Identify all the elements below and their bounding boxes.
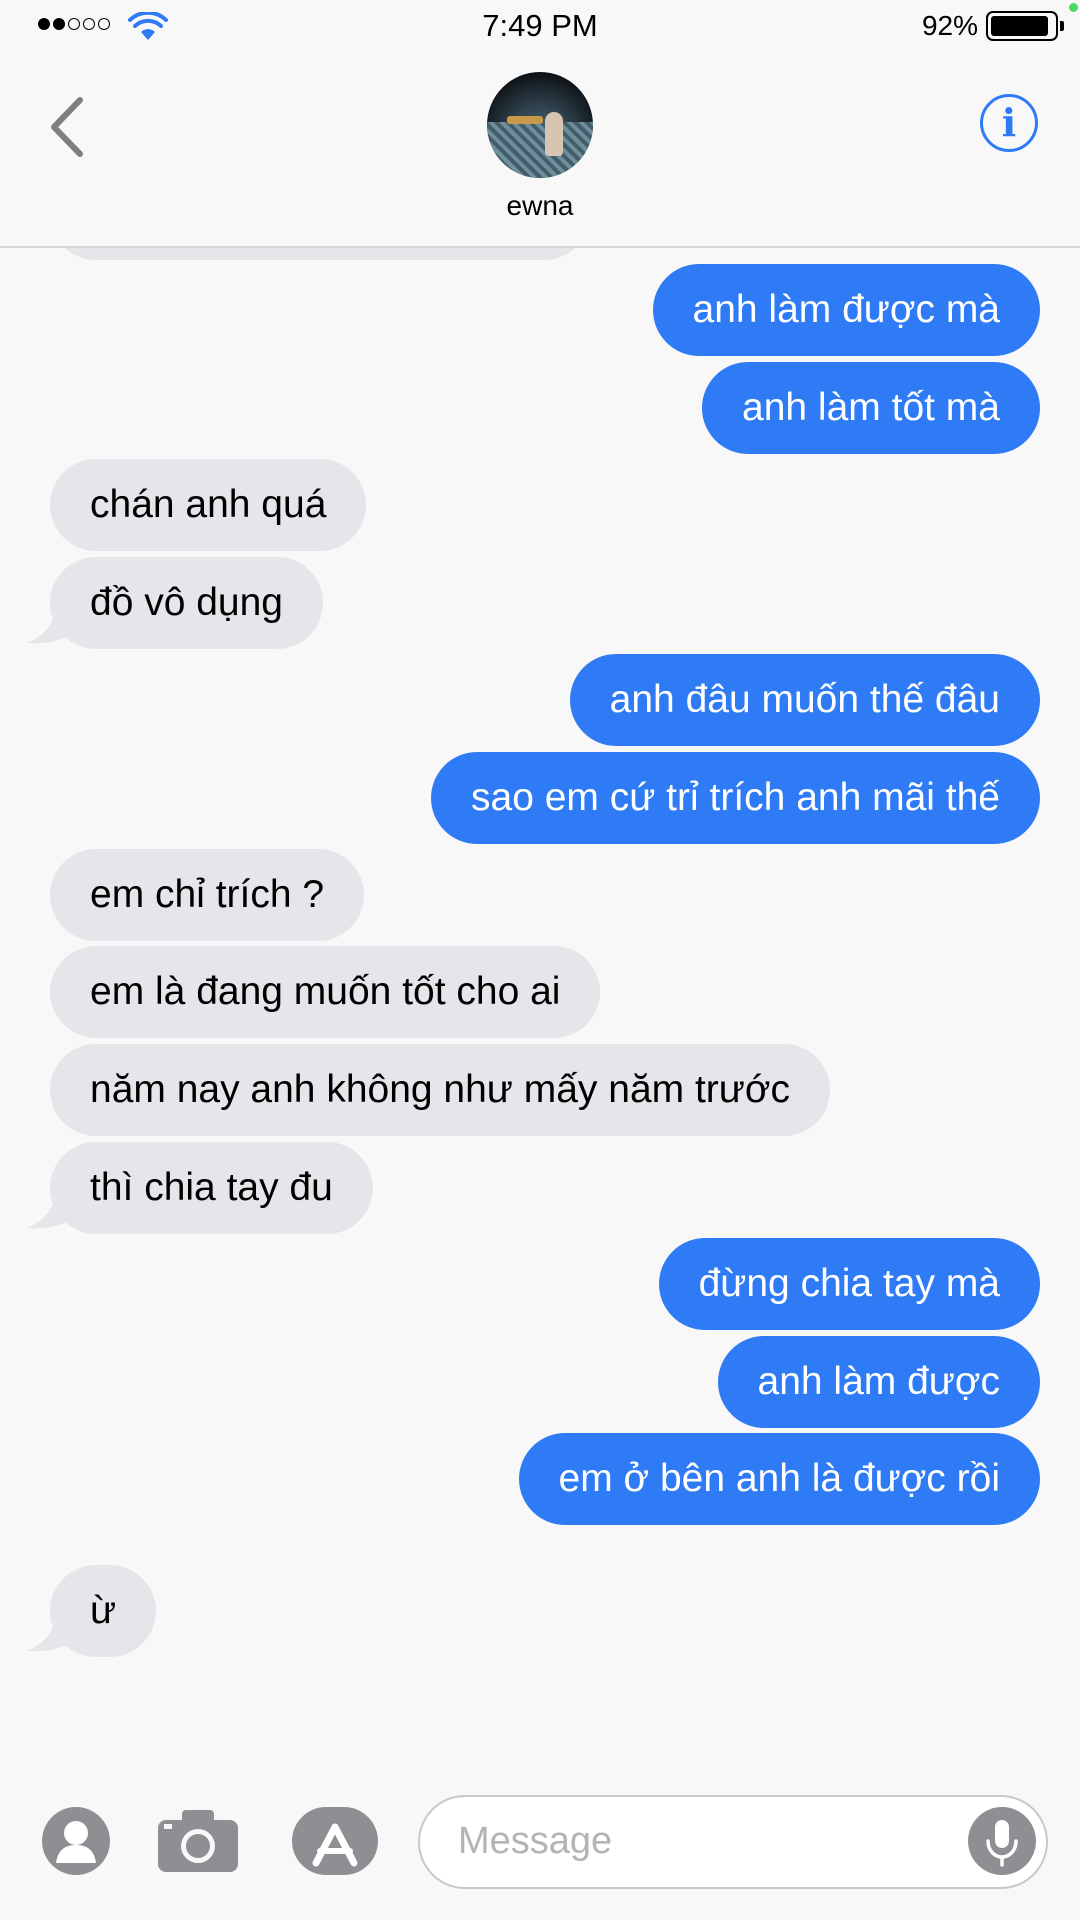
app-store-icon[interactable] bbox=[292, 1807, 378, 1875]
microphone-icon[interactable] bbox=[968, 1807, 1036, 1875]
message-field[interactable] bbox=[418, 1795, 1048, 1889]
outgoing-message[interactable]: anh làm được bbox=[717, 1336, 1040, 1428]
outgoing-message[interactable]: em ở bên anh là được rồi bbox=[518, 1433, 1040, 1525]
info-icon[interactable]: i bbox=[980, 94, 1038, 152]
bubble-tail bbox=[26, 1186, 82, 1229]
contact-avatar[interactable] bbox=[487, 72, 593, 178]
incoming-message[interactable]: đồ vô dụng bbox=[50, 557, 324, 649]
bubble-tail bbox=[26, 1609, 82, 1652]
outgoing-message[interactable]: anh làm tốt mà bbox=[702, 362, 1040, 454]
incoming-message[interactable]: thì chia tay đu bbox=[50, 1142, 373, 1234]
outgoing-message[interactable]: đừng chia tay mà bbox=[658, 1238, 1040, 1330]
compose-bar bbox=[0, 1770, 1080, 1920]
incoming-message[interactable]: em chỉ trích ? bbox=[50, 849, 365, 941]
outgoing-message[interactable]: anh làm được mà bbox=[652, 264, 1040, 356]
outgoing-message[interactable]: anh đâu muốn thế đâu bbox=[569, 654, 1040, 746]
chevron-left-icon[interactable] bbox=[44, 92, 94, 162]
incoming-message[interactable]: em là đang muốn tốt cho ai bbox=[50, 946, 601, 1038]
bubble-tail bbox=[26, 601, 82, 644]
incoming-message[interactable]: chán anh quá bbox=[50, 459, 367, 551]
outgoing-message[interactable]: sao em cứ trỉ trích anh mãi thế bbox=[431, 752, 1040, 844]
contact-name[interactable]: ewna bbox=[0, 190, 1080, 222]
conversation-header: ewna i bbox=[0, 52, 1080, 248]
message-thread[interactable]: anh làm được mà anh làm tốt mà chán anh … bbox=[0, 0, 1080, 1920]
contact-icon[interactable] bbox=[42, 1807, 110, 1875]
camera-icon[interactable] bbox=[156, 1808, 240, 1874]
message-input[interactable] bbox=[458, 1797, 958, 1885]
incoming-message[interactable]: năm nay anh không như mấy năm trước bbox=[50, 1044, 830, 1136]
